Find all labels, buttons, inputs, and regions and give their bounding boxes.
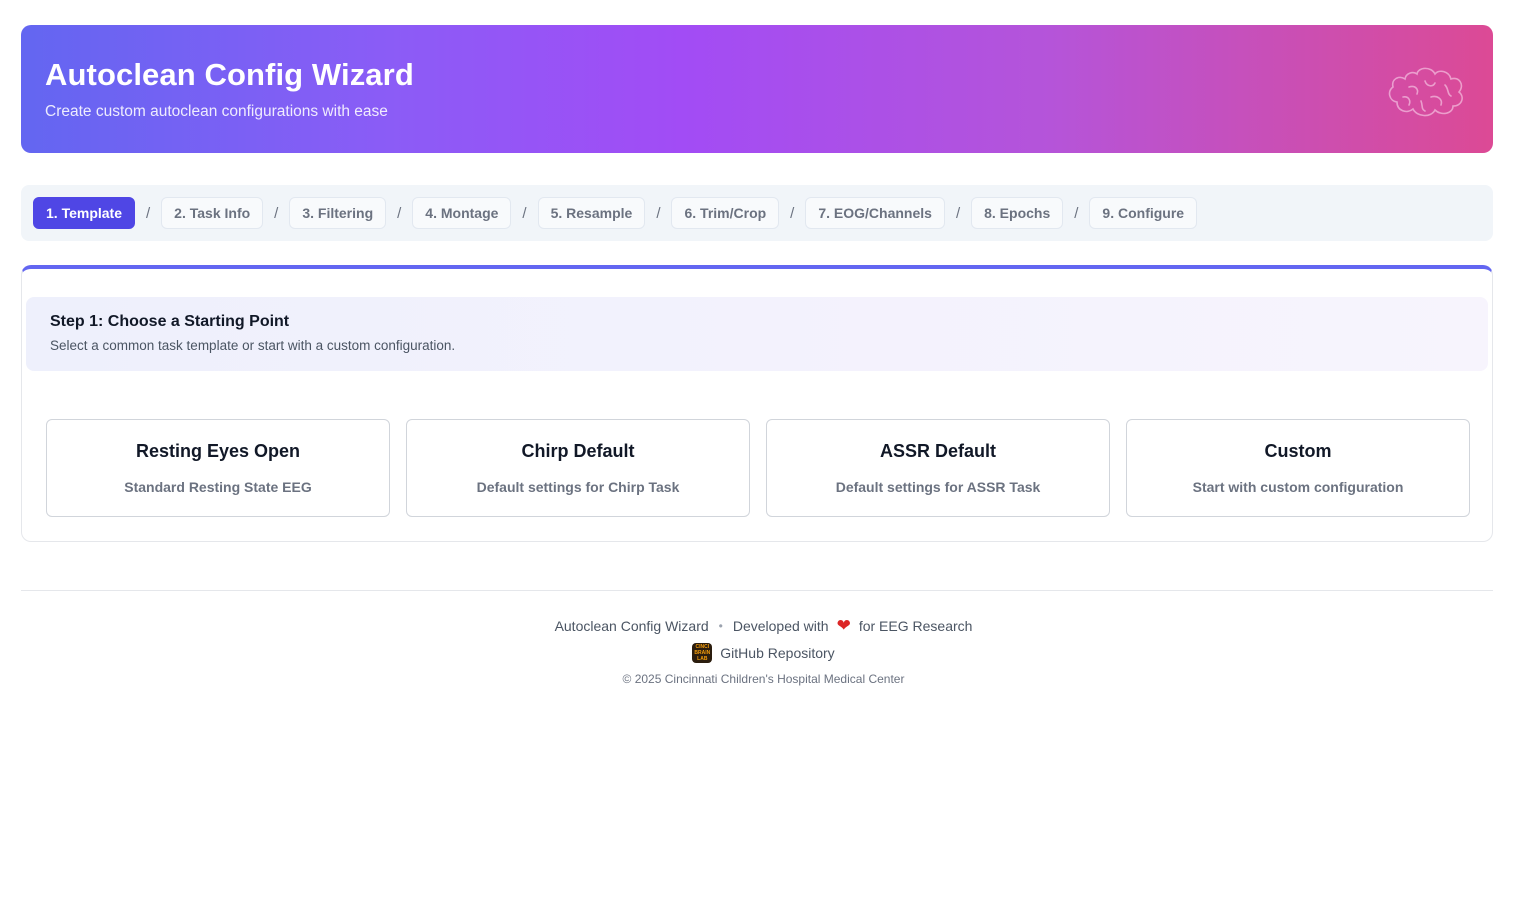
template-card-chirp-default[interactable]: Chirp Default Default settings for Chirp… (406, 419, 750, 517)
step-separator: / (790, 204, 795, 222)
step-task-info[interactable]: 2. Task Info (161, 197, 264, 229)
lab-logo-icon: CINCI BRAIN LAB (692, 643, 713, 663)
template-description: Default settings for ASSR Task (835, 479, 1041, 495)
template-description: Default settings for Chirp Task (476, 479, 680, 495)
app-subtitle: Create custom autoclean configurations w… (45, 103, 388, 120)
step-separator: / (1074, 204, 1079, 222)
template-card-assr-default[interactable]: ASSR Default Default settings for ASSR T… (766, 419, 1110, 517)
brain-icon (1388, 67, 1463, 117)
step-resample[interactable]: 5. Resample (537, 197, 646, 229)
step-trim-crop[interactable]: 6. Trim/Crop (671, 197, 780, 229)
step-separator: / (656, 204, 661, 222)
template-title: Custom (1264, 441, 1332, 461)
footer-developed-prefix: Developed with (732, 618, 829, 634)
step-separator: / (146, 204, 151, 222)
template-description: Standard Resting State EEG (124, 479, 312, 495)
heart-icon: ❤ (836, 616, 851, 635)
step-title: Step 1: Choose a Starting Point (50, 313, 290, 330)
step-separator: / (397, 204, 402, 222)
app-title: Autoclean Config Wizard (45, 57, 414, 92)
step-configure[interactable]: 9. Configure (1089, 197, 1198, 229)
step-filtering[interactable]: 3. Filtering (289, 197, 387, 229)
footer-developed-suffix: for EEG Research (858, 618, 973, 634)
step-epochs[interactable]: 8. Epochs (971, 197, 1064, 229)
template-description: Start with custom configuration (1192, 479, 1404, 495)
template-title: Chirp Default (521, 441, 635, 461)
step-separator: / (274, 204, 279, 222)
template-title: ASSR Default (879, 441, 996, 461)
footer-divider (21, 590, 1493, 591)
template-list: Resting Eyes Open Standard Resting State… (46, 419, 1470, 517)
footer-separator: • (718, 619, 723, 633)
step-separator: / (955, 204, 961, 222)
step-card: Step 1: Choose a Starting Point Select a… (21, 265, 1493, 542)
app-header: Autoclean Config Wizard Create custom au… (21, 25, 1493, 153)
step-separator: / (522, 204, 527, 222)
template-title: Resting Eyes Open (135, 441, 301, 461)
footer-copyright: © 2025 Cincinnati Children's Hospital Me… (622, 672, 905, 686)
footer-credits: Autoclean Config Wizard • Developed with… (0, 616, 1527, 636)
step-template[interactable]: 1. Template (33, 197, 135, 229)
github-repository-link[interactable]: GitHub Repository (720, 645, 834, 661)
footer-github: CINCI BRAIN LAB GitHub Repository (0, 643, 1527, 663)
wizard-stepper: 1. Template / 2. Task Info / 3. Filterin… (21, 185, 1493, 241)
template-card-resting-eyes-open[interactable]: Resting Eyes Open Standard Resting State… (46, 419, 390, 517)
footer-app-name: Autoclean Config Wizard (554, 618, 709, 634)
step-description: Select a common task template or start w… (50, 338, 456, 353)
step-header: Step 1: Choose a Starting Point Select a… (26, 297, 1488, 371)
step-montage[interactable]: 4. Montage (412, 197, 512, 229)
step-eog-channels[interactable]: 7. EOG/Channels (805, 197, 945, 229)
template-card-custom[interactable]: Custom Start with custom configuration (1126, 419, 1470, 517)
